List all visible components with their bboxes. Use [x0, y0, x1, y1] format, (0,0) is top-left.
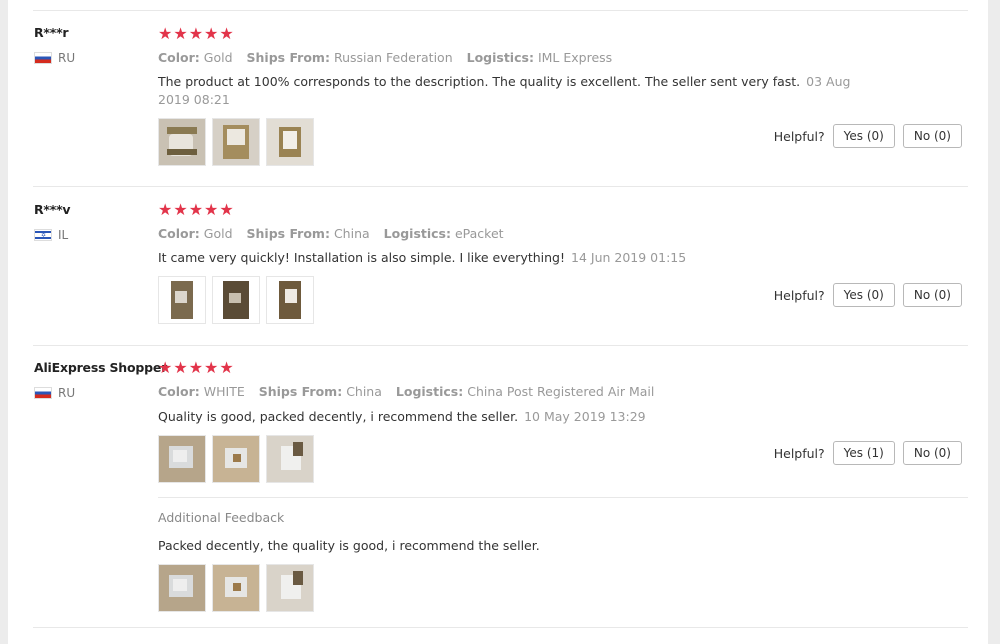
review-text: Quality is good, packed decently, i reco… [158, 408, 858, 426]
logistics-value: China Post Registered Air Mail [467, 384, 655, 399]
product-photo-icon [213, 277, 259, 323]
review-body: The product at 100% corresponds to the d… [158, 74, 801, 89]
additional-feedback-text: Packed decently, the quality is good, i … [158, 538, 540, 553]
review-body: It came very quickly! Installation is al… [158, 250, 566, 265]
helpful-no-button[interactable]: No (0) [902, 441, 962, 465]
color-label: Color: [158, 50, 200, 65]
review-photo[interactable] [158, 435, 206, 483]
country-code: RU [58, 51, 76, 65]
review-text: The product at 100% corresponds to the d… [158, 73, 858, 109]
logistics-label: Logistics: [383, 226, 451, 241]
helpful-controls: Helpful? Yes (0) No (0) [774, 283, 962, 307]
product-photo-icon [213, 565, 259, 611]
logistics-label: Logistics: [395, 384, 464, 399]
helpful-label: Helpful? [773, 445, 825, 461]
helpful-no-button[interactable]: No (0) [902, 124, 962, 148]
helpful-yes-button[interactable]: Yes (0) [832, 124, 895, 148]
review-date: 10 May 2019 13:29 [524, 409, 646, 424]
product-attributes: Color: WHITE Ships From: China Logistics… [158, 384, 654, 399]
divider [33, 10, 968, 11]
color-value: Gold [203, 50, 233, 65]
helpful-label: Helpful? [773, 287, 825, 303]
review-photo[interactable] [158, 564, 206, 612]
product-photo-icon [159, 277, 205, 323]
color-label: Color: [158, 384, 200, 399]
color-label: Color: [158, 226, 200, 241]
product-photo-icon [159, 119, 205, 165]
review-photo[interactable] [266, 276, 314, 324]
israel-flag-icon: ✡ [34, 229, 52, 241]
reviewer-name: AliExpress Shopper [34, 360, 168, 375]
helpful-controls: Helpful? Yes (1) No (0) [774, 441, 962, 465]
review-photo[interactable] [266, 564, 314, 612]
review-body: Quality is good, packed decently, i reco… [158, 409, 519, 424]
helpful-yes-button[interactable]: Yes (0) [832, 283, 895, 307]
logistics-value: ePacket [454, 226, 504, 241]
review-photo[interactable] [158, 276, 206, 324]
helpful-no-button[interactable]: No (0) [902, 283, 962, 307]
reviewer-name: R***r [34, 25, 69, 40]
color-value: WHITE [203, 384, 245, 399]
review-photos [158, 276, 314, 324]
product-attributes: Color: Gold Ships From: Russian Federati… [158, 50, 612, 65]
divider [158, 497, 968, 498]
product-photo-icon [267, 119, 313, 165]
reviewer-name: R***v [34, 202, 71, 217]
review-text: It came very quickly! Installation is al… [158, 249, 858, 267]
divider [33, 345, 968, 346]
product-photo-icon [267, 436, 313, 482]
logistics-label: Logistics: [466, 50, 534, 65]
reviewer-country: ✡ IL [34, 228, 68, 242]
ships-from-value: Russian Federation [333, 50, 453, 65]
star-rating: ★★★★★ [158, 200, 235, 219]
additional-feedback-photos [158, 564, 314, 612]
ships-from-value: China [346, 384, 382, 399]
helpful-controls: Helpful? Yes (0) No (0) [774, 124, 962, 148]
russia-flag-icon [34, 52, 52, 64]
helpful-yes-button[interactable]: Yes (1) [832, 441, 895, 465]
review-photo[interactable] [212, 435, 260, 483]
ships-from-value: China [333, 226, 370, 241]
review-photos [158, 118, 314, 166]
review-photo[interactable] [158, 118, 206, 166]
country-code: RU [58, 386, 76, 400]
review-photo[interactable] [266, 118, 314, 166]
divider [33, 186, 968, 187]
product-photo-icon [213, 119, 259, 165]
ships-from-label: Ships From: [258, 384, 343, 399]
review-photo[interactable] [212, 276, 260, 324]
product-photo-icon [267, 277, 313, 323]
star-rating: ★★★★★ [158, 24, 235, 43]
ships-from-label: Ships From: [246, 226, 330, 241]
review-photo[interactable] [212, 564, 260, 612]
star-rating: ★★★★★ [158, 358, 235, 377]
reviews-panel: R***r RU ★★★★★ Color: Gold Ships From: R… [8, 0, 988, 644]
product-photo-icon [267, 565, 313, 611]
country-code: IL [58, 228, 69, 242]
helpful-label: Helpful? [773, 128, 825, 144]
review-date: 14 Jun 2019 01:15 [571, 250, 687, 265]
divider [33, 627, 968, 628]
review-photos [158, 435, 314, 483]
color-value: Gold [203, 226, 233, 241]
reviewer-country: RU [34, 386, 75, 400]
product-photo-icon [159, 436, 205, 482]
ships-from-label: Ships From: [246, 50, 330, 65]
reviewer-country: RU [34, 51, 75, 65]
logistics-value: IML Express [537, 50, 613, 65]
additional-feedback-title: Additional Feedback [158, 510, 285, 525]
review-photo[interactable] [212, 118, 260, 166]
product-photo-icon [159, 565, 205, 611]
review-photo[interactable] [266, 435, 314, 483]
product-attributes: Color: Gold Ships From: China Logistics:… [158, 226, 504, 241]
product-photo-icon [213, 436, 259, 482]
russia-flag-icon [34, 387, 52, 399]
